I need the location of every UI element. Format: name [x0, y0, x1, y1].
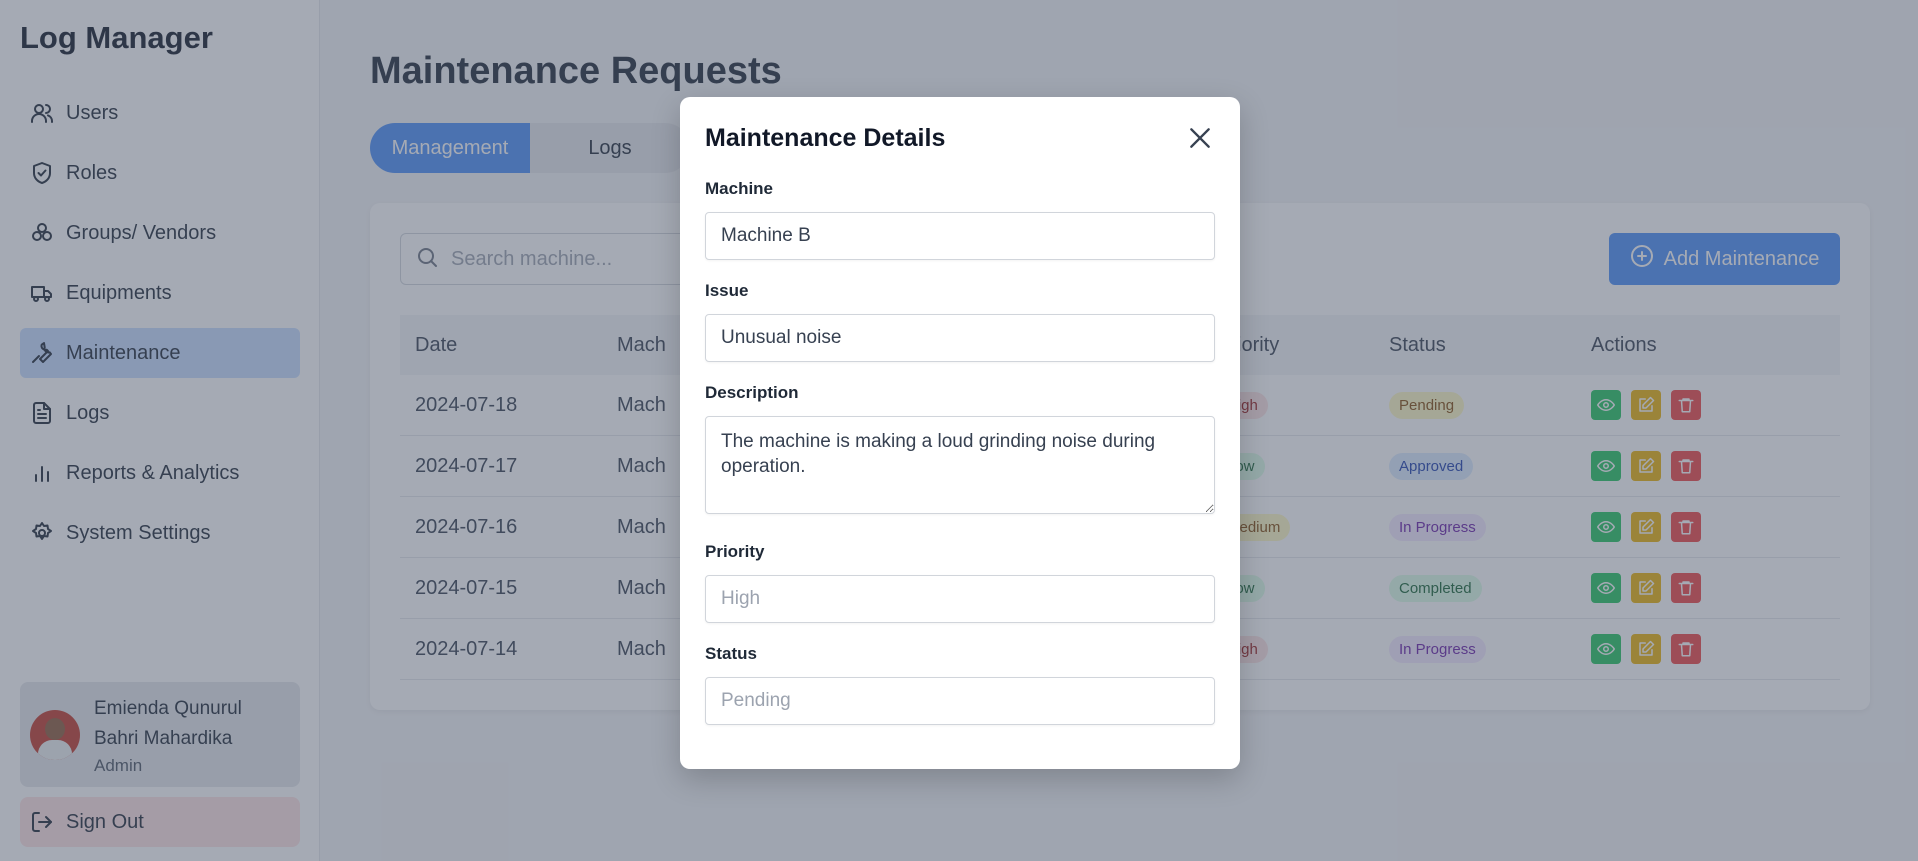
issue-label: Issue	[705, 281, 749, 300]
status-field[interactable]	[705, 677, 1215, 725]
close-button[interactable]	[1185, 123, 1215, 153]
machine-label: Machine	[705, 179, 774, 198]
close-icon	[1190, 128, 1210, 148]
issue-field[interactable]	[705, 314, 1215, 362]
machine-field[interactable]	[705, 212, 1215, 260]
modal-title: Maintenance Details	[705, 124, 946, 152]
status-label: Status	[705, 644, 757, 663]
description-field[interactable]: The machine is making a loud grinding no…	[705, 416, 1215, 514]
priority-label: Priority	[705, 542, 765, 561]
description-label: Description	[705, 383, 799, 402]
priority-field[interactable]	[705, 575, 1215, 623]
maintenance-details-modal: Maintenance Details Machine Issue Descri…	[680, 97, 1240, 769]
